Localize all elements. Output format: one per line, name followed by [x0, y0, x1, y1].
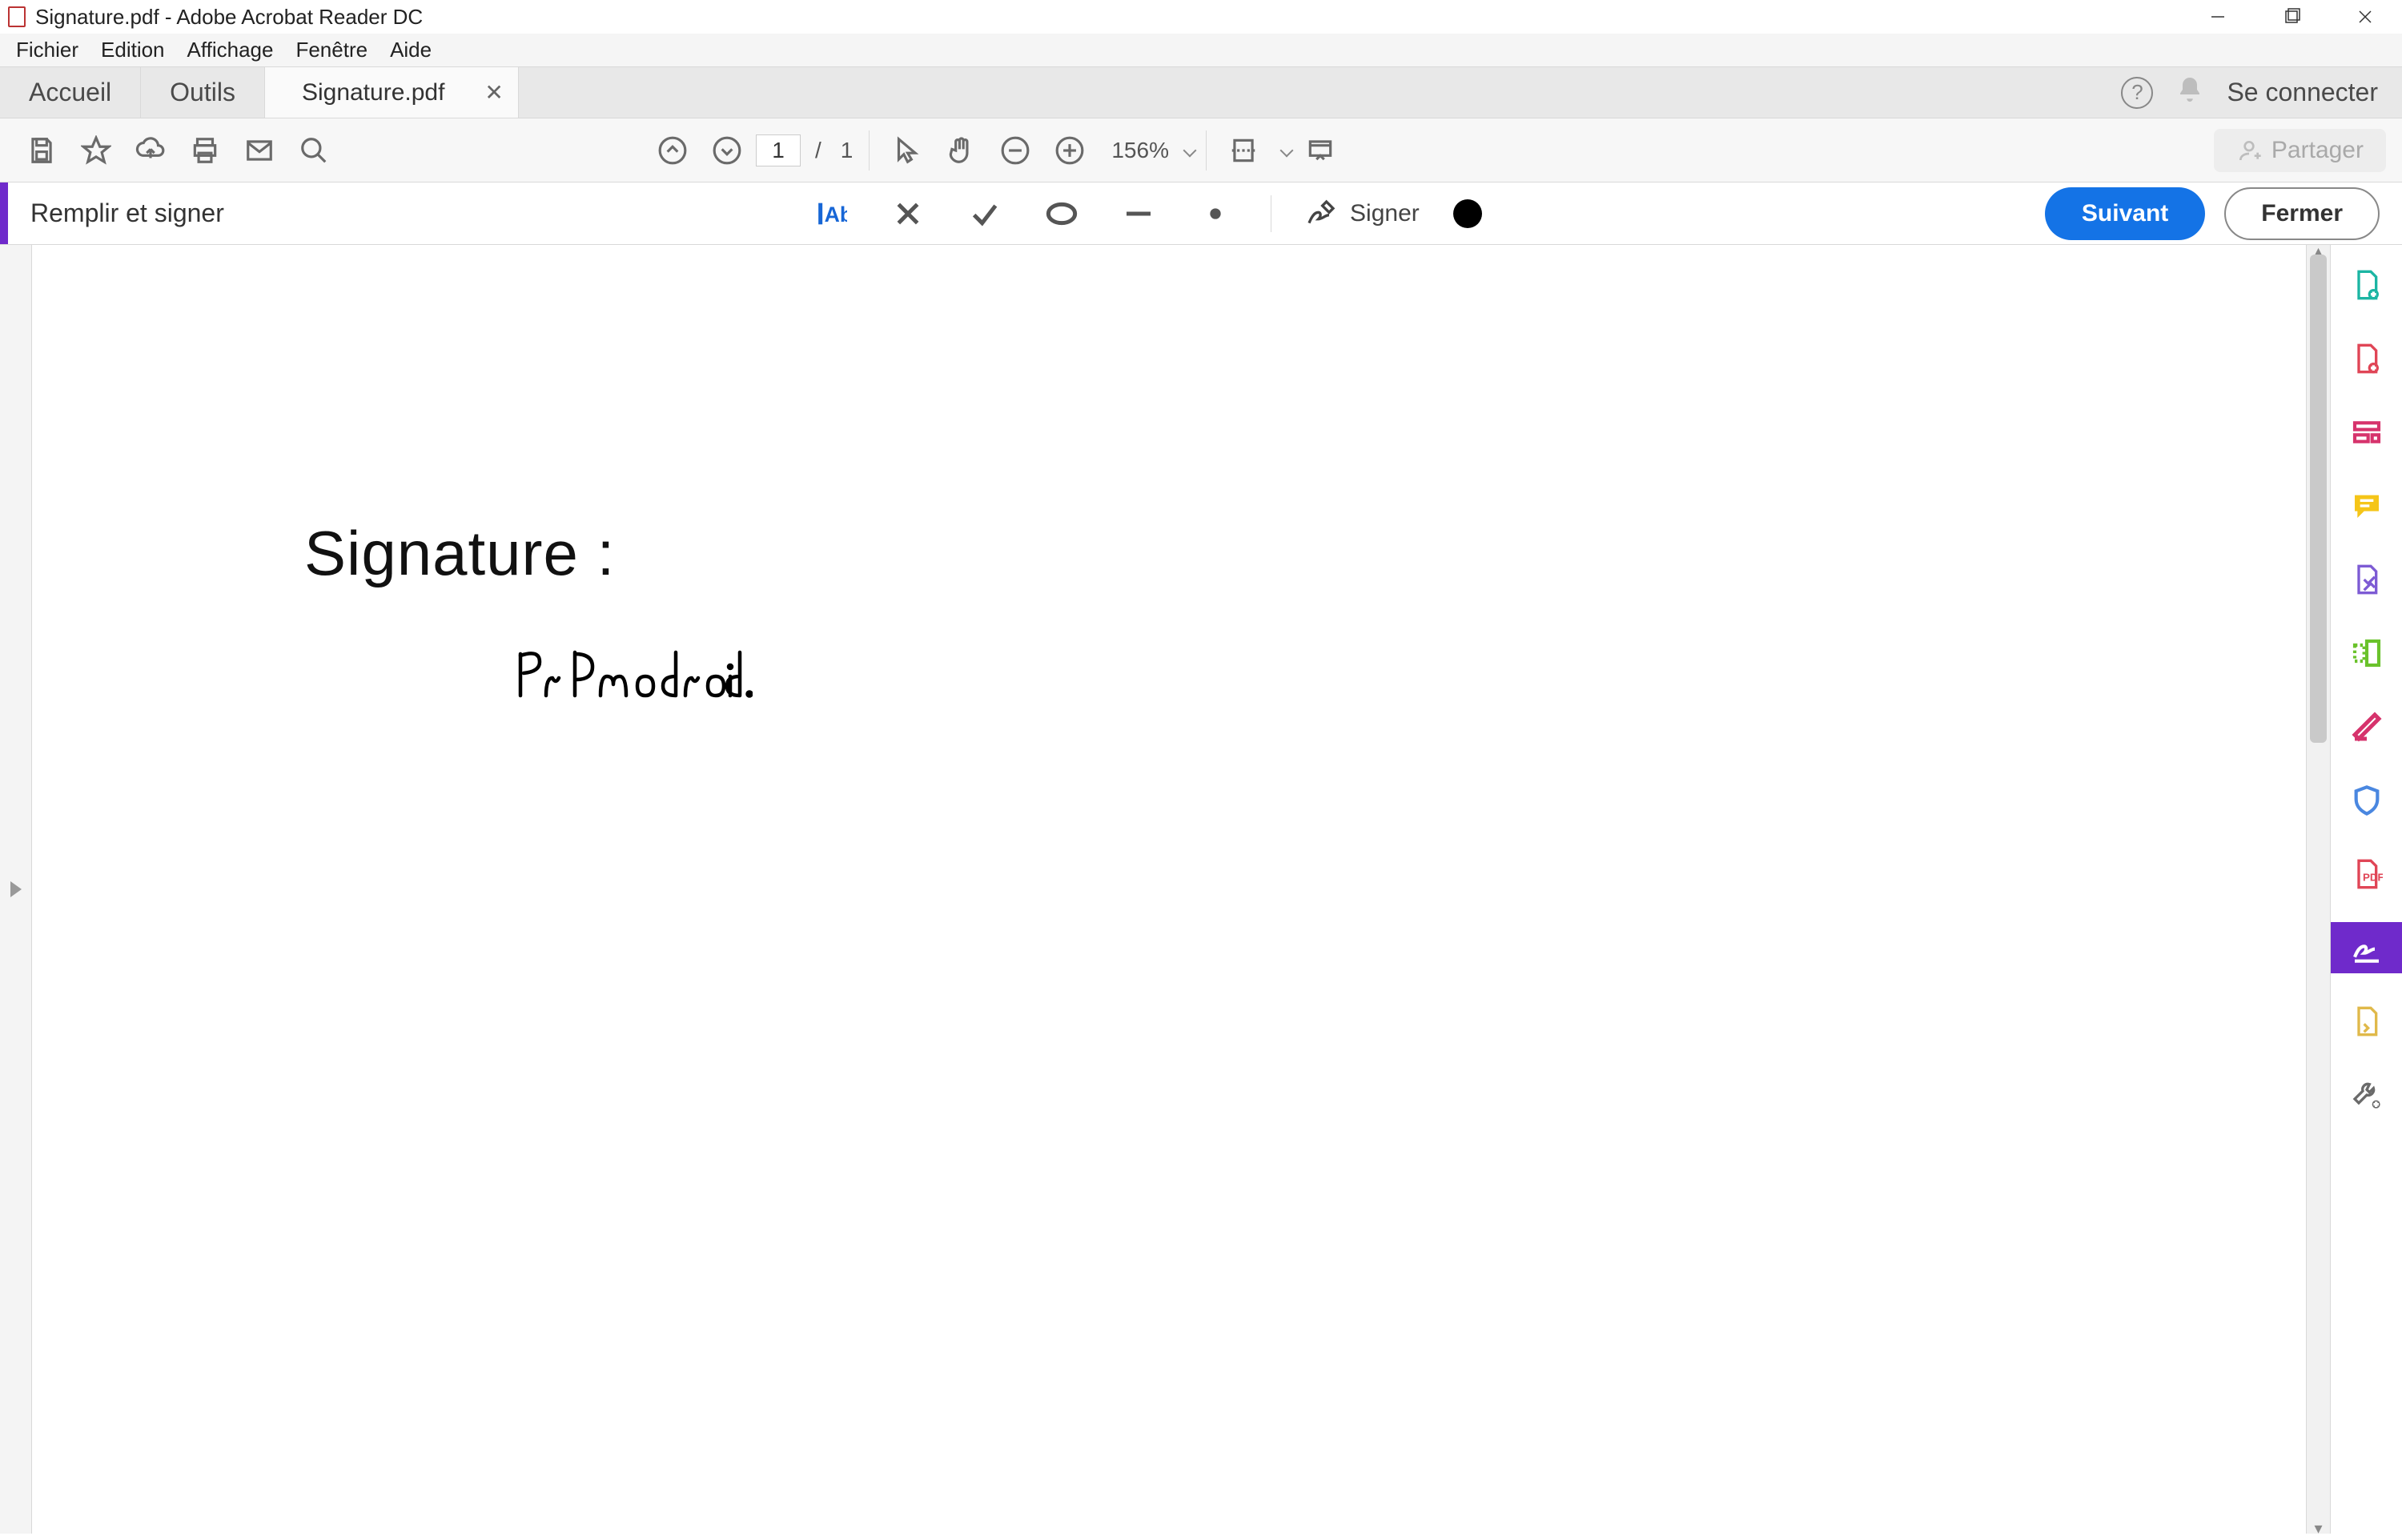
- notifications-icon[interactable]: [2175, 75, 2204, 110]
- fit-dropdown-icon[interactable]: [1279, 143, 1293, 157]
- sign-button[interactable]: Signer: [1305, 198, 1420, 230]
- menu-help[interactable]: Aide: [379, 34, 443, 66]
- zoom-out-icon[interactable]: [990, 125, 1041, 176]
- tab-document-label: Signature.pdf: [302, 79, 444, 106]
- page-total: 1: [829, 138, 858, 163]
- search-icon[interactable]: [288, 125, 339, 176]
- rail-comment-icon[interactable]: [2331, 480, 2402, 531]
- help-icon[interactable]: ?: [2121, 77, 2153, 109]
- rail-protect-icon[interactable]: [2331, 775, 2402, 826]
- window-titlebar: Signature.pdf - Adobe Acrobat Reader DC: [0, 0, 2402, 34]
- rail-fill-sign-icon[interactable]: [2331, 922, 2402, 973]
- star-icon[interactable]: [70, 125, 122, 176]
- share-label: Partager: [2271, 137, 2364, 164]
- vertical-scrollbar[interactable]: ▴ ▾: [2306, 245, 2330, 1534]
- page-number-input[interactable]: [756, 134, 801, 166]
- document-viewport[interactable]: Signature :: [32, 245, 2306, 1534]
- scroll-down-icon[interactable]: ▾: [2307, 1516, 2330, 1540]
- next-button[interactable]: Suivant: [2045, 187, 2205, 240]
- tab-tools[interactable]: Outils: [141, 67, 265, 118]
- app-icon: [8, 6, 26, 27]
- sign-label: Signer: [1350, 200, 1420, 227]
- rail-more-tools-icon[interactable]: [2331, 1069, 2402, 1121]
- fill-sign-label: Remplir et signer: [8, 199, 247, 228]
- select-tool-icon[interactable]: [881, 125, 932, 176]
- close-button[interactable]: Fermer: [2224, 187, 2380, 240]
- tab-document[interactable]: Signature.pdf ✕: [265, 67, 519, 118]
- rail-export-icon[interactable]: [2331, 554, 2402, 605]
- save-icon[interactable]: [16, 125, 67, 176]
- read-mode-icon[interactable]: [1295, 125, 1346, 176]
- menu-file[interactable]: Fichier: [5, 34, 90, 66]
- rail-forms-icon[interactable]: [2331, 407, 2402, 458]
- svg-text:Ab: Ab: [825, 203, 847, 227]
- tab-close-button[interactable]: ✕: [484, 79, 503, 106]
- dot-mark-icon[interactable]: [1194, 192, 1237, 235]
- pdf-page: Signature :: [32, 245, 2306, 1534]
- rail-edit-pdf-icon[interactable]: [2331, 333, 2402, 384]
- mail-icon[interactable]: [234, 125, 285, 176]
- window-close-button[interactable]: [2328, 0, 2402, 34]
- left-panel-toggle[interactable]: [0, 245, 32, 1534]
- share-button[interactable]: Partager: [2214, 129, 2386, 172]
- check-mark-icon[interactable]: [963, 192, 1006, 235]
- menubar: Fichier Edition Affichage Fenêtre Aide: [0, 34, 2402, 67]
- rail-redact-icon[interactable]: [2331, 701, 2402, 752]
- menu-view[interactable]: Affichage: [176, 34, 285, 66]
- window-title: Signature.pdf - Adobe Acrobat Reader DC: [35, 5, 423, 30]
- rail-organize-icon[interactable]: [2331, 628, 2402, 679]
- document-heading: Signature :: [304, 517, 2034, 590]
- menu-window[interactable]: Fenêtre: [284, 34, 379, 66]
- scrollbar-thumb[interactable]: [2310, 255, 2327, 743]
- zoom-in-icon[interactable]: [1044, 125, 1095, 176]
- zoom-dropdown-icon[interactable]: [1183, 143, 1196, 157]
- circle-mark-icon[interactable]: [1040, 192, 1083, 235]
- sign-in-link[interactable]: Se connecter: [2227, 78, 2378, 107]
- workspace: Signature :: [0, 245, 2402, 1534]
- page-down-icon[interactable]: [701, 125, 753, 176]
- line-mark-icon[interactable]: [1117, 192, 1160, 235]
- window-minimize-button[interactable]: [2181, 0, 2255, 34]
- hand-tool-icon[interactable]: [935, 125, 986, 176]
- window-maximize-button[interactable]: [2255, 0, 2328, 34]
- page-separator: /: [804, 138, 826, 163]
- tabbar: Accueil Outils Signature.pdf ✕ ? Se conn…: [0, 67, 2402, 118]
- svg-text:PDF: PDF: [2363, 871, 2383, 883]
- menu-edit[interactable]: Edition: [90, 34, 176, 66]
- tab-home[interactable]: Accueil: [0, 67, 141, 118]
- cross-mark-icon[interactable]: [886, 192, 930, 235]
- rail-compress-icon[interactable]: PDF: [2331, 848, 2402, 900]
- main-toolbar: / 1 156% Partager: [0, 118, 2402, 182]
- rail-create-pdf-icon[interactable]: [2331, 259, 2402, 311]
- text-annotation-icon[interactable]: Ab: [809, 192, 853, 235]
- cloud-upload-icon[interactable]: [125, 125, 176, 176]
- zoom-level: 156%: [1099, 138, 1172, 163]
- toolbar-accent: [0, 182, 8, 244]
- page-up-icon[interactable]: [647, 125, 698, 176]
- fit-width-icon[interactable]: [1218, 125, 1269, 176]
- signature-image[interactable]: [512, 638, 2034, 716]
- color-picker[interactable]: [1453, 199, 1482, 228]
- rail-send-icon[interactable]: [2331, 996, 2402, 1047]
- print-icon[interactable]: [179, 125, 231, 176]
- right-tools-rail: PDF: [2330, 245, 2402, 1534]
- fill-sign-toolbar: Remplir et signer Ab Signer Suivant Ferm…: [0, 182, 2402, 245]
